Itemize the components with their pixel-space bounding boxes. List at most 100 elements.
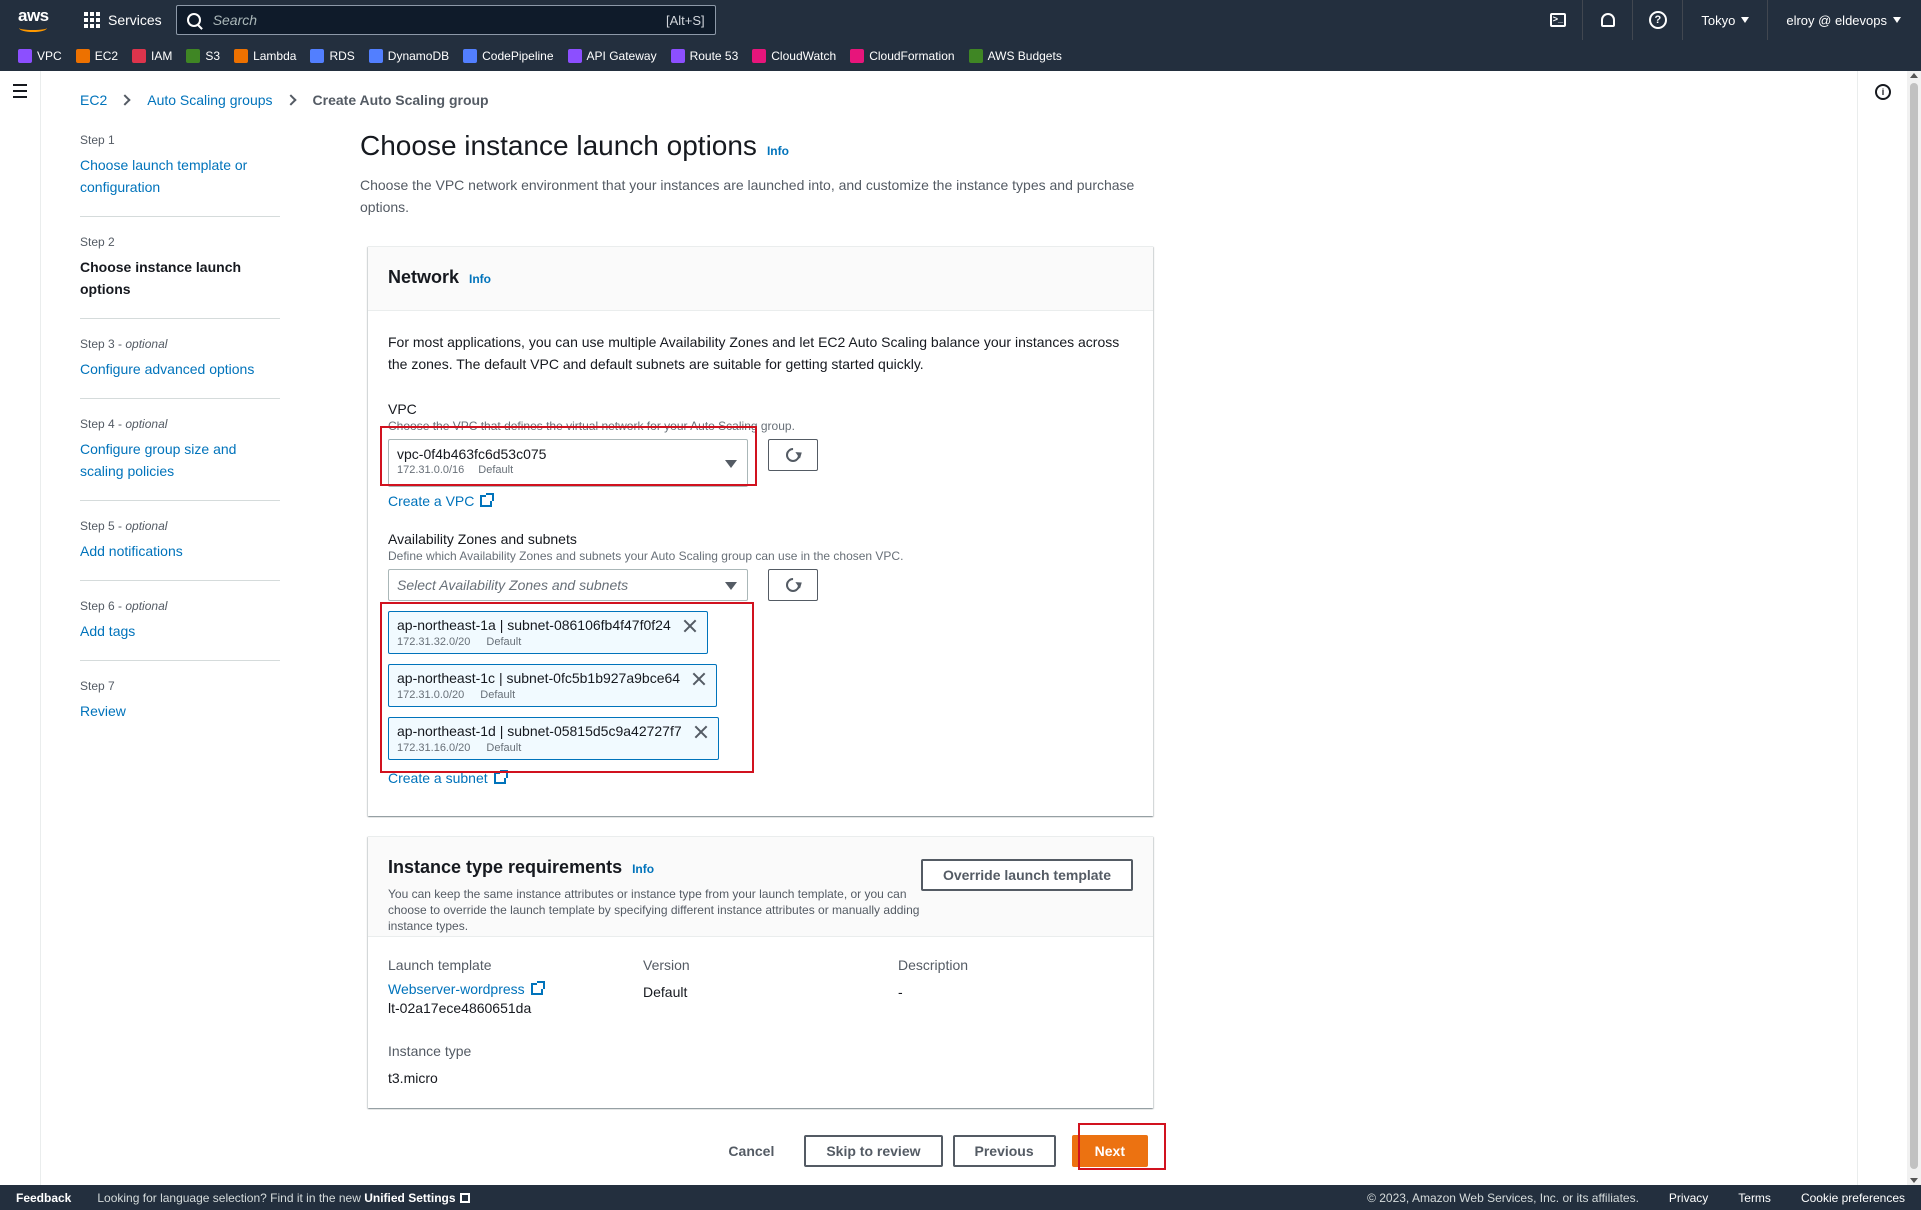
previous-button[interactable]: Previous — [952, 1135, 1056, 1167]
search-input[interactable] — [212, 12, 667, 28]
cancel-button[interactable]: Cancel — [708, 1143, 794, 1159]
step-link-advanced-options[interactable]: Configure advanced options — [80, 358, 280, 380]
caret-down-icon — [1741, 17, 1750, 23]
unified-settings-link[interactable]: Unified Settings — [364, 1191, 455, 1205]
cloudshell-button[interactable]: >_ — [1533, 0, 1584, 40]
cookie-preferences-link[interactable]: Cookie preferences — [1801, 1191, 1905, 1205]
create-subnet-link[interactable]: Create a subnet — [388, 770, 508, 786]
bell-icon — [1600, 13, 1615, 27]
favorites-bar: VPC EC2 IAM S3 Lambda RDS DynamoDB CodePipeline… — [0, 40, 1921, 71]
favorite-ec2[interactable]: EC2 — [75, 48, 119, 63]
refresh-vpc-button[interactable] — [768, 439, 818, 471]
breadcrumb-ec2[interactable]: EC2 — [80, 92, 107, 108]
launch-template-link[interactable]: Webserver-wordpress — [388, 981, 545, 997]
aws-smile-icon — [19, 24, 47, 32]
step-number: Step 4 - optional — [80, 417, 168, 431]
aws-logo-text: aws — [18, 6, 49, 25]
help-button[interactable]: ? — [1633, 0, 1684, 40]
remove-subnet-icon[interactable] — [683, 619, 697, 633]
services-menu-button[interactable]: Services — [84, 12, 162, 28]
region-selector[interactable]: Tokyo — [1683, 0, 1769, 40]
remove-subnet-icon[interactable] — [694, 725, 708, 739]
network-title: Network Info — [388, 267, 492, 287]
favorite-lambda[interactable]: Lambda — [234, 48, 297, 63]
breadcrumb-auto-scaling-groups[interactable]: Auto Scaling groups — [147, 92, 272, 108]
step-4: Step 4 - optional Configure group size a… — [80, 417, 280, 501]
step-7: Step 7 Review — [80, 679, 280, 740]
account-label: elroy @ eldevops — [1786, 12, 1887, 28]
favorite-label: S3 — [205, 48, 221, 63]
favorite-label: IAM — [151, 48, 173, 63]
step-link-notifications[interactable]: Add notifications — [80, 540, 280, 562]
description-value: - — [898, 984, 903, 1000]
favorite-dynamodb[interactable]: DynamoDB — [368, 48, 449, 63]
create-vpc-link[interactable]: Create a VPC — [388, 493, 495, 509]
cloudshell-icon: >_ — [1549, 13, 1566, 27]
favorite-label: VPC — [37, 48, 62, 63]
favorite-vpc[interactable]: VPC — [18, 48, 62, 63]
refresh-icon — [783, 575, 803, 595]
aws-logo[interactable]: aws — [18, 6, 50, 32]
subnet-name: ap-northeast-1c | subnet-0fc5b1b927a9bce… — [397, 670, 681, 686]
subnet-token: ap-northeast-1d | subnet-05815d5c9a42727… — [388, 717, 719, 760]
subnet-token-list: ap-northeast-1a | subnet-086106fb4f47f0f… — [388, 611, 1133, 770]
favorite-codepipeline[interactable]: CodePipeline — [463, 48, 554, 63]
terms-link[interactable]: Terms — [1738, 1191, 1771, 1205]
skip-to-review-button[interactable]: Skip to review — [804, 1135, 943, 1167]
menu-icon[interactable] — [13, 84, 27, 102]
feedback-link[interactable]: Feedback — [16, 1191, 71, 1205]
network-panel-header: Network Info — [368, 247, 1153, 311]
favorite-cloudformation[interactable]: CloudFormation — [850, 48, 955, 63]
favorite-rds[interactable]: RDS — [310, 48, 355, 63]
footer: Feedback Looking for language selection?… — [0, 1185, 1921, 1210]
step-link-review[interactable]: Review — [80, 700, 280, 722]
vpc-select[interactable]: vpc-0f4b463fc6d53c075 172.31.0.0/16 Defau… — [388, 439, 748, 487]
subnet-meta: 172.31.32.0/20 Default — [397, 636, 522, 648]
notifications-button[interactable] — [1583, 0, 1634, 40]
copyright: © 2023, Amazon Web Services, Inc. or its… — [1367, 1190, 1639, 1205]
api-gateway-icon — [567, 48, 582, 63]
favorite-aws-budgets[interactable]: AWS Budgets — [968, 48, 1062, 63]
scrollbar-thumb[interactable] — [1910, 83, 1918, 1169]
favorite-label: Lambda — [253, 48, 297, 63]
s3-icon — [186, 48, 201, 63]
az-select[interactable]: Select Availability Zones and subnets — [388, 569, 748, 601]
privacy-link[interactable]: Privacy — [1669, 1191, 1708, 1205]
step-number: Step 5 - optional — [80, 519, 168, 533]
aws-budgets-icon — [968, 48, 983, 63]
network-panel: Network Info For most applications, you c… — [368, 246, 1153, 816]
override-launch-template-button[interactable]: Override launch template — [920, 859, 1133, 891]
scrollbar[interactable] — [1907, 71, 1921, 1185]
network-info-link[interactable]: Info — [469, 272, 491, 286]
step-current-label: Choose instance launch options — [80, 259, 242, 297]
version-value: Default — [643, 984, 688, 1000]
refresh-subnets-button[interactable] — [768, 569, 818, 601]
step-number: Step 2 — [80, 235, 115, 249]
account-menu[interactable]: elroy @ eldevops — [1768, 0, 1905, 40]
chevron-right-icon — [119, 94, 131, 106]
step-link-launch-template[interactable]: Choose launch template or configuration — [80, 154, 280, 198]
vpc-meta: 172.31.0.0/16 Default — [397, 464, 514, 476]
favorite-label: EC2 — [94, 48, 119, 63]
favorite-iam[interactable]: IAM — [132, 48, 173, 63]
refresh-icon — [783, 445, 803, 465]
info-panel-icon[interactable]: i — [1875, 84, 1891, 100]
help-icon: ? — [1648, 11, 1667, 29]
breadcrumb: EC2 Auto Scaling groups Create Auto Scal… — [80, 92, 489, 108]
favorite-s3[interactable]: S3 — [186, 48, 221, 63]
favorite-api-gateway[interactable]: API Gateway — [567, 48, 657, 63]
remove-subnet-icon[interactable] — [692, 672, 706, 686]
step-link-tags[interactable]: Add tags — [80, 620, 280, 642]
scroll-down-arrow[interactable] — [1910, 1178, 1918, 1183]
subnet-meta: 172.31.16.0/20 Default — [397, 742, 522, 754]
page-header: Choose instance launch options Info Choos… — [360, 130, 1150, 218]
favorite-cloudwatch[interactable]: CloudWatch — [752, 48, 836, 63]
step-link-group-size[interactable]: Configure group size and scaling policie… — [80, 438, 280, 482]
page-info-link[interactable]: Info — [767, 144, 789, 158]
description-label: Description — [898, 957, 969, 973]
favorite-route-53[interactable]: Route 53 — [670, 48, 738, 63]
next-button[interactable]: Next — [1071, 1135, 1148, 1167]
search-bar[interactable]: [Alt+S] — [175, 5, 716, 35]
instance-info-link[interactable]: Info — [632, 862, 654, 876]
scroll-up-arrow[interactable] — [1910, 73, 1918, 78]
